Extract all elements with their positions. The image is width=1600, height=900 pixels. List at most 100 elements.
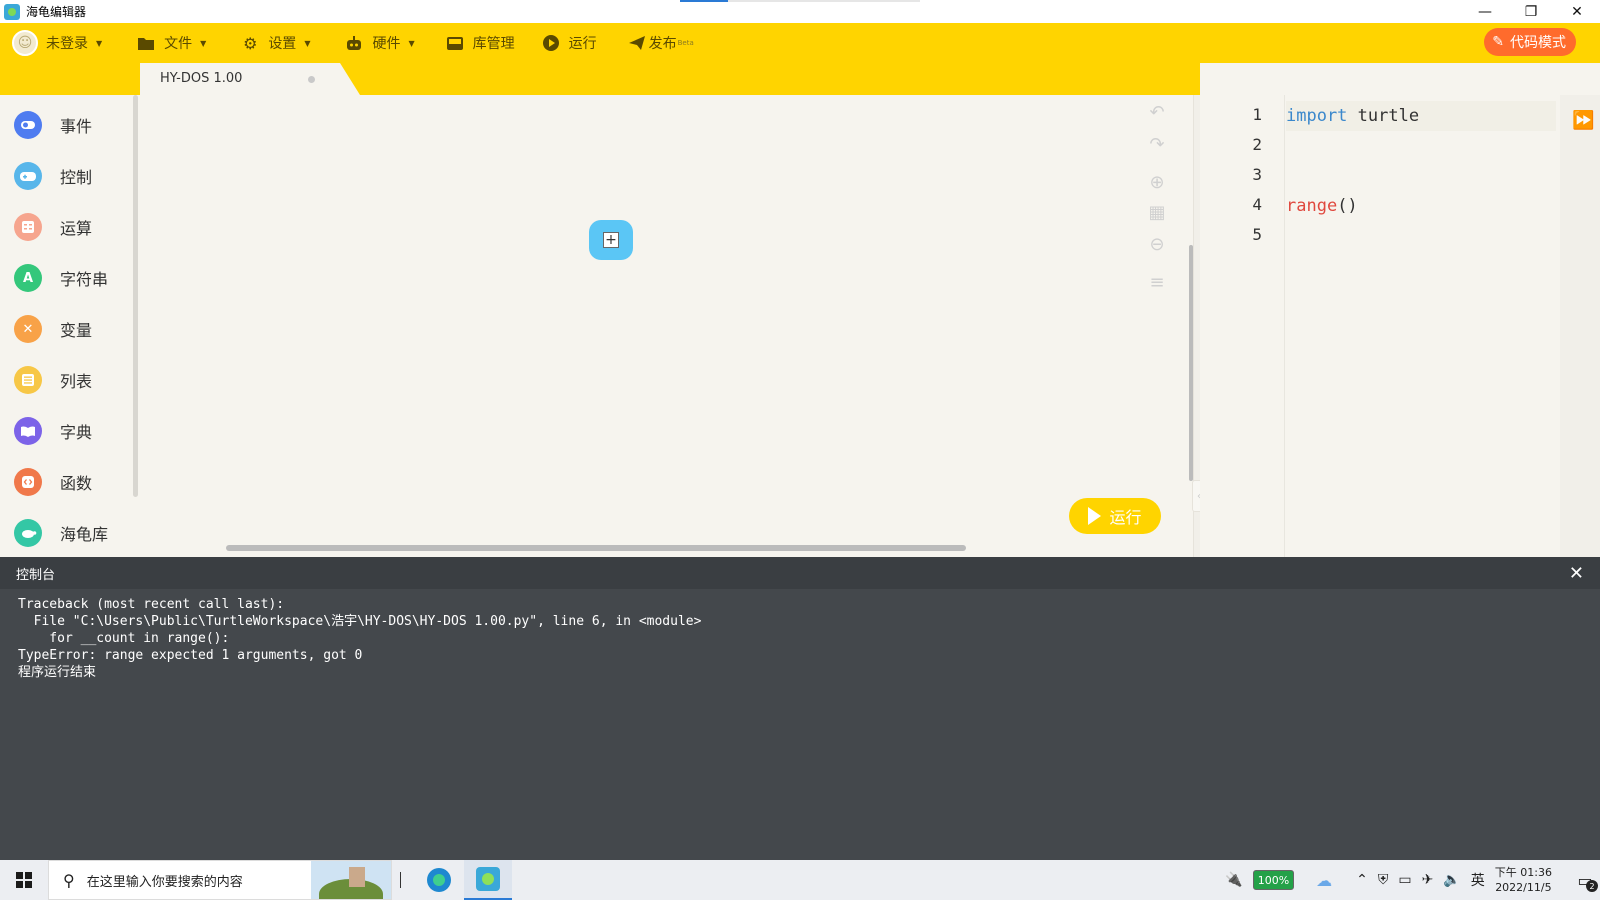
chevron-up-icon[interactable]: ⌃ <box>1356 872 1368 888</box>
code-line-4[interactable]: range() <box>1286 191 1556 221</box>
sidebar-item-label: 控制 <box>60 168 93 187</box>
title-progress-line <box>680 0 920 2</box>
publish-button[interactable]: 发布 Beta <box>627 33 694 53</box>
function-icon <box>14 468 42 496</box>
file-menu[interactable]: 文件 ▼ <box>136 33 206 53</box>
console-line: Traceback (most recent call last): <box>18 597 285 612</box>
battery-indicator[interactable]: 100% <box>1252 870 1295 890</box>
edge-browser-icon <box>427 868 451 892</box>
onedrive-cloud-icon[interactable]: ☁ <box>1316 871 1332 890</box>
zoom-out-icon[interactable]: ⊖ <box>1149 235 1164 255</box>
console-line: File "C:\Users\Public\TurtleWorkspace\浩宇… <box>18 614 702 629</box>
line-number: 2 <box>1252 135 1262 154</box>
editor-side-strip <box>1560 95 1600 557</box>
console-output[interactable]: Traceback (most recent call last): File … <box>0 589 1600 860</box>
sidebar-item-label: 事件 <box>60 117 93 136</box>
turtle-editor-icon <box>476 867 500 891</box>
canvas-tools: ↶ ↷ ⊕ ▦ ⊖ ≡ <box>1147 103 1167 293</box>
chevron-down-icon: ▼ <box>200 38 207 48</box>
sidebar-item-operators[interactable]: 运算 <box>14 213 92 241</box>
airplane-mode-icon[interactable]: ✈ <box>1422 872 1434 888</box>
file-tabstrip: HY-DOS 1.00 <box>140 63 1200 95</box>
sidebar-item-label: 函数 <box>60 474 93 493</box>
function-range: range <box>1286 196 1338 216</box>
publish-label: 发布 <box>648 36 677 52</box>
sidebar-item-label: 海龟库 <box>60 525 109 544</box>
security-icon[interactable]: ⛨ <box>1378 872 1389 888</box>
notification-count: 2 <box>1586 880 1598 892</box>
settings-menu[interactable]: ⚙ 设置 ▼ <box>240 33 310 53</box>
sidebar-item-dictionary[interactable]: 字典 <box>14 417 92 445</box>
minimize-button[interactable]: — <box>1462 0 1508 23</box>
canvas-horizontal-scrollbar[interactable] <box>226 545 966 551</box>
console-header: 控制台 ✕ <box>0 557 1600 589</box>
run-label: 运行 <box>568 36 597 52</box>
search-icon: ⚲ <box>63 870 75 890</box>
code-mode-label: 代码模式 <box>1510 35 1566 51</box>
zoom-in-icon[interactable]: ⊕ <box>1149 173 1164 193</box>
system-tray: 🔌 100% ☁ ⌃ ⛨ ▭ ✈ 🔈 英 下午 01:36 2022/11/5 … <box>1225 860 1600 900</box>
run-menu-button[interactable]: 运行 <box>541 33 597 53</box>
avatar-icon: ☺ <box>12 30 38 56</box>
edge-taskbar-app[interactable] <box>415 860 463 900</box>
redo-icon[interactable]: ↷ <box>1149 135 1164 155</box>
restore-button[interactable]: ❐ <box>1508 0 1554 23</box>
taskbar-search-box[interactable]: ⚲ 在这里输入你要搜索的内容 <box>48 860 392 900</box>
settings-label: 设置 <box>268 36 297 52</box>
block-category-sidebar: 事件 控制 运算 A 字符串 ✕ 变量 列表 字典 函数 海龟库 <box>0 95 140 557</box>
line-number: 5 <box>1252 225 1262 244</box>
code-line-1[interactable]: import turtle <box>1286 101 1556 131</box>
windows-taskbar: ⚲ 在这里输入你要搜索的内容 🔌 100% ☁ ⌃ ⛨ ▭ ✈ 🔈 英 下午 0… <box>0 860 1600 900</box>
paper-plane-icon <box>627 33 647 53</box>
play-icon <box>1088 507 1102 525</box>
sidebar-item-variables[interactable]: ✕ 变量 <box>14 315 92 343</box>
tabstrip-spacer <box>0 63 140 95</box>
collapse-panel-icon[interactable]: ⏩ <box>1572 110 1594 131</box>
action-center-button[interactable]: ▭ 2 <box>1570 860 1600 900</box>
turtle-editor-taskbar-app[interactable] <box>464 860 512 900</box>
tab-label: HY-DOS 1.00 <box>160 71 243 86</box>
app-logo-icon <box>4 3 20 20</box>
block-canvas[interactable]: + ↶ ↷ ⊕ ▦ ⊖ ≡ 运行 <box>140 95 1200 557</box>
ime-indicator[interactable]: 英 <box>1471 870 1485 890</box>
close-window-button[interactable]: ✕ <box>1554 0 1600 23</box>
fit-view-icon[interactable]: ▦ <box>1148 203 1165 223</box>
battery-icon[interactable]: ▭ <box>1398 872 1411 888</box>
sidebar-scrollbar[interactable] <box>133 95 138 497</box>
tab-hy-dos[interactable]: HY-DOS 1.00 <box>140 63 360 95</box>
variable-x-icon: ✕ <box>14 315 42 343</box>
library-manager-button[interactable]: 库管理 <box>445 33 515 53</box>
calculator-icon <box>14 213 42 241</box>
add-block-button[interactable]: + <box>589 220 633 260</box>
start-button[interactable] <box>0 860 48 900</box>
library-label: 库管理 <box>472 36 515 52</box>
task-view-icon[interactable] <box>400 872 401 888</box>
hardware-menu[interactable]: 硬件 ▼ <box>344 33 415 53</box>
code-editor[interactable]: 1 2 3 4 5 import turtle range() <box>1200 95 1600 557</box>
align-blocks-icon[interactable]: ≡ <box>1149 273 1164 293</box>
close-icon[interactable]: ✕ <box>1569 563 1584 584</box>
main-toolbar: ☺ 未登录 ▼ 文件 ▼ ⚙ 设置 ▼ 硬件 ▼ 库管理 运行 发布 Beta … <box>0 23 1600 63</box>
clock[interactable]: 下午 01:36 2022/11/5 <box>1495 865 1552 895</box>
sidebar-item-strings[interactable]: A 字符串 <box>14 264 108 292</box>
sidebar-item-control[interactable]: 控制 <box>14 162 92 190</box>
run-button[interactable]: 运行 <box>1069 498 1161 534</box>
toggle-icon <box>14 111 42 139</box>
unsaved-dot-icon <box>308 76 315 83</box>
sidebar-item-lists[interactable]: 列表 <box>14 366 92 394</box>
console-line: for __count in range(): <box>18 631 230 646</box>
run-button-label: 运行 <box>1109 508 1142 527</box>
chevron-down-icon: ▼ <box>304 38 311 48</box>
sidebar-item-label: 字符串 <box>60 270 109 289</box>
sidebar-item-turtle-library[interactable]: 海龟库 <box>14 519 108 547</box>
pencil-icon: ✎ <box>1492 34 1504 50</box>
play-circle-icon <box>541 33 561 53</box>
sidebar-item-functions[interactable]: 函数 <box>14 468 92 496</box>
undo-icon[interactable]: ↶ <box>1149 103 1164 123</box>
sidebar-item-label: 运算 <box>60 219 93 238</box>
login-menu[interactable]: ☺ 未登录 ▼ <box>12 30 102 56</box>
power-plug-icon: 🔌 <box>1225 872 1243 888</box>
sidebar-item-events[interactable]: 事件 <box>14 111 92 139</box>
volume-icon[interactable]: 🔈 <box>1443 872 1460 888</box>
code-mode-button[interactable]: ✎ 代码模式 <box>1484 28 1576 56</box>
